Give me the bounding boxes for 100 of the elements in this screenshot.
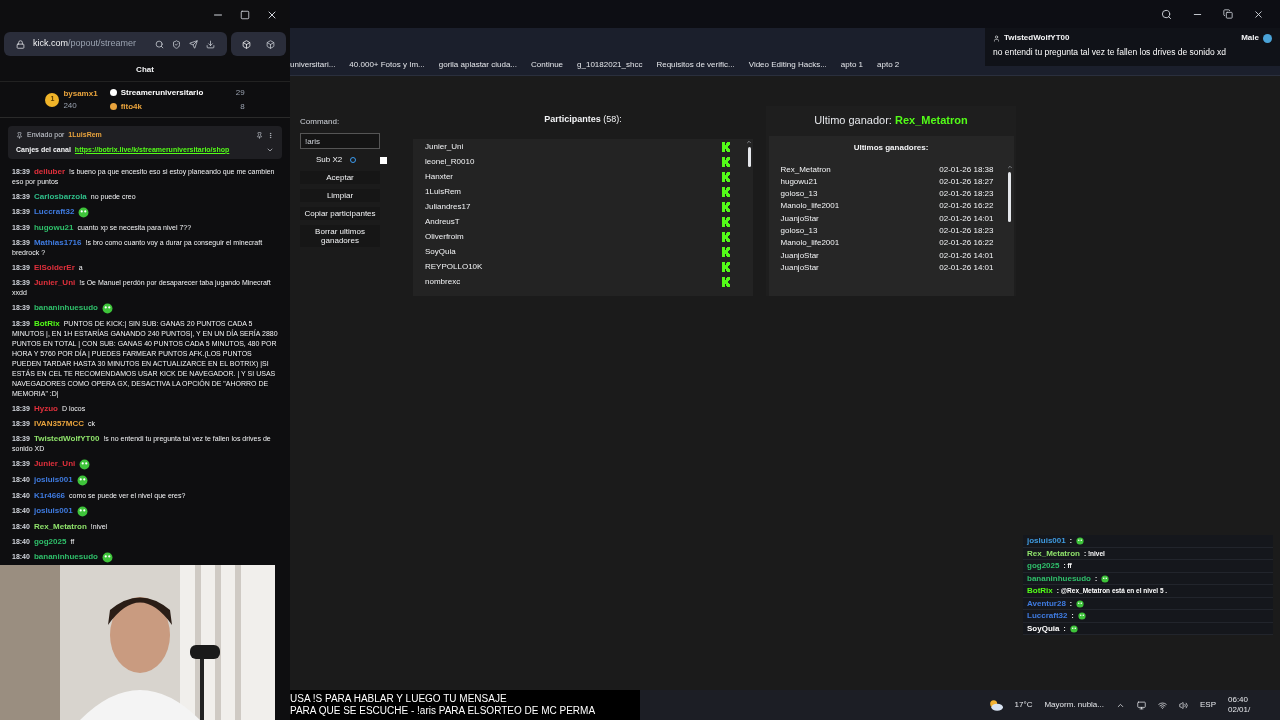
maximize-icon[interactable]: [240, 10, 250, 20]
kick-icon: [721, 186, 731, 197]
winner-date: 02-01-26 14:01: [939, 249, 994, 262]
participant-name: Oliverfroim: [425, 230, 464, 243]
weather-text: Mayorm. nubla...: [1044, 699, 1104, 711]
winner-date: 02-01-26 14:01: [939, 261, 994, 274]
participants-title: Participantes (58):: [544, 113, 622, 126]
winner-date: 02-01-26 16:22: [939, 237, 994, 250]
action-button[interactable]: Aceptar: [300, 171, 380, 184]
subtitle-line: PARA QUE SE ESCUCHE - !aris PARA ELSORTEO DE MC PERMA: [290, 705, 597, 717]
network-icon[interactable]: [1158, 700, 1167, 710]
winner-name: goloso_13: [780, 188, 818, 201]
command-label: Command:: [300, 116, 341, 128]
gift-count: 240: [63, 99, 78, 112]
bookmark[interactable]: g_10182021_shcc: [577, 58, 643, 71]
shield-icon[interactable]: [172, 39, 181, 49]
kick-icon: [721, 261, 731, 272]
winner-date: 02-01-26 18:27: [939, 175, 994, 188]
winner-name: goloso_13: [780, 225, 818, 237]
subtitle-line: USA !S PARA HABLAR Y LUEGO TU MENSAJE: [290, 693, 508, 705]
participant-name: leonel_R0010: [425, 155, 475, 168]
notification-user: TwistedWolfYT00: [1004, 32, 1070, 44]
user-icon: [993, 34, 1000, 42]
participant-name: AndreusT: [425, 215, 460, 228]
command-field[interactable]: !aris: [300, 133, 380, 149]
scroll-up-icon[interactable]: [1006, 163, 1013, 170]
kick-icon: [721, 216, 731, 227]
kick-icon: [721, 246, 731, 257]
close-icon[interactable]: [266, 9, 278, 21]
action-button[interactable]: Copiar participantes: [300, 207, 380, 220]
address-bar[interactable]: kick.com/popout/streamer: [4, 32, 227, 56]
bookmark[interactable]: Continue: [531, 58, 564, 71]
bookmark[interactable]: universitari...: [290, 58, 336, 71]
send-icon[interactable]: [189, 39, 198, 49]
winner-name: JuanjoStar: [780, 249, 819, 262]
scrollbar-thumb[interactable]: [747, 146, 751, 167]
last-winner-heading: Ultimo ganador: Rex_Metatron: [814, 113, 968, 128]
winner-name: JuanjoStar: [780, 212, 819, 225]
action-button[interactable]: Limpiar: [300, 189, 380, 202]
winner-date: 02-01-26 18:23: [939, 225, 994, 237]
extension-icon[interactable]: [242, 39, 252, 49]
participant-name: Junier_Uni: [425, 140, 464, 153]
gifter-name: fito4k: [120, 100, 142, 113]
voice-label: Male: [1241, 32, 1259, 44]
gift-count: 29: [235, 86, 245, 99]
clock-date: 02/01/: [1228, 705, 1252, 715]
scrollbar-thumb[interactable]: [1008, 171, 1011, 222]
sub-checkbox[interactable]: [380, 156, 388, 164]
pin-icon[interactable]: [256, 131, 263, 139]
kick-icon: [721, 231, 731, 242]
sub-label: Sub X2: [316, 154, 343, 166]
download-icon[interactable]: [206, 39, 215, 49]
participant-name: SoyQuia: [425, 245, 456, 258]
kick-icon: [721, 201, 731, 212]
winner-date: 02-01-26 16:22: [939, 200, 994, 213]
participant-name: nombrexc: [425, 275, 461, 288]
winner-name: Manolo_life2001: [780, 237, 840, 250]
winners-title: Ultimos ganadores:: [853, 141, 929, 154]
language-indicator[interactable]: ESP: [1200, 699, 1216, 711]
chat-title: Chat: [136, 63, 154, 76]
bookmark[interactable]: Video Editing Hacks...: [748, 58, 827, 71]
temperature: 17°C: [1014, 699, 1033, 711]
kick-icon: [721, 141, 731, 152]
bookmark[interactable]: apto 2: [877, 58, 900, 71]
restore-icon[interactable]: [1223, 9, 1233, 19]
kick-icon: [721, 276, 731, 287]
winner-name: Rex_Metatron: [780, 163, 831, 176]
gifter-name: Streameruniversitario: [120, 86, 204, 99]
search-icon[interactable]: [155, 39, 164, 49]
search-icon[interactable]: [1161, 8, 1172, 20]
participant-name: Hanxter: [425, 170, 453, 183]
gifter-name: bysamx1: [63, 87, 98, 100]
avatar-icon: [1263, 33, 1272, 43]
winner-date: 02-01-26 18:23: [939, 188, 994, 201]
winner-name: JuanjoStar: [780, 261, 819, 274]
participant-name: 1LuisRem: [425, 185, 461, 198]
kick-icon: [721, 156, 731, 167]
notification-text: no entendi tu pregunta tal vez te fallen los drives de sonido xd: [993, 46, 1227, 59]
cube-icon[interactable]: [265, 39, 275, 49]
url-text: kick.com/popout/streamer: [33, 37, 137, 51]
kick-icon: [721, 171, 731, 182]
pin-icon: [16, 131, 23, 139]
bookmark[interactable]: apto 1: [840, 58, 864, 71]
winner-name: hugowu21: [780, 175, 818, 188]
clock-time: 06:40: [1228, 695, 1250, 705]
monitor-icon[interactable]: [1137, 700, 1146, 710]
scroll-up-icon[interactable]: [746, 138, 752, 145]
winner-date: 02-01-26 14:01: [939, 212, 994, 225]
volume-icon[interactable]: [1179, 700, 1188, 710]
winner-name: Manolo_life2001: [780, 200, 840, 213]
bookmark[interactable]: 40.000+ Fotos y Im...: [349, 58, 425, 71]
winner-date: 02-01-26 18:38: [939, 163, 994, 176]
participant-name: REYPOLLO10K: [425, 260, 483, 273]
weather-icon: [988, 699, 1003, 711]
close-icon[interactable]: [1253, 8, 1264, 20]
action-button[interactable]: Borrar ultimos ganadores: [300, 225, 380, 247]
lock-icon: [16, 39, 25, 49]
participant-name: Juliandres17: [425, 200, 471, 213]
bookmark[interactable]: gorila aplastar ciuda...: [438, 58, 517, 71]
bookmark[interactable]: Requisitos de verific...: [656, 58, 735, 71]
